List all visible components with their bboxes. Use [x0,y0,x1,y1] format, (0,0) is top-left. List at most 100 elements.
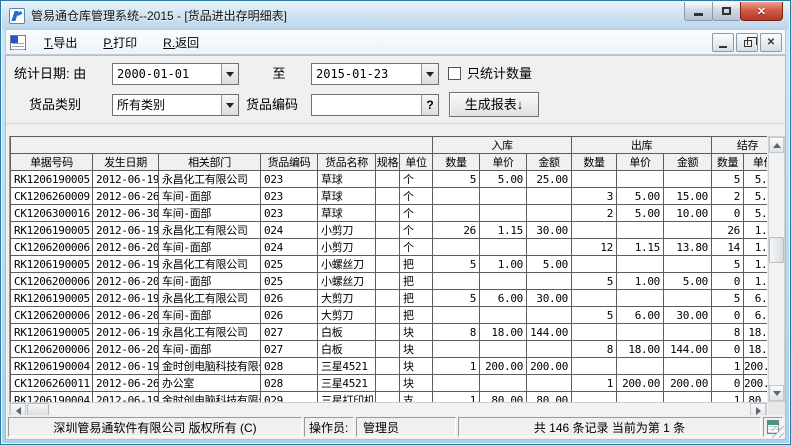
qty-only-label[interactable]: 只统计数量 [467,63,532,85]
table-row[interactable]: RK12061900052012-06-19永昌化工有限公司023草球个55.0… [11,171,768,188]
cell: 2012-06-19 [93,324,159,341]
cell: 1.00 [744,273,767,290]
close-button[interactable]: ✕ [740,2,783,21]
cell: 18.00 [617,341,664,358]
cell: 15.00 [664,188,712,205]
category-combobox[interactable]: 所有类别 [112,94,239,116]
cell: 小剪刀 [318,239,376,256]
table-row[interactable]: CK12062600112012-06-26办公室028三星4521块1200.… [11,375,768,392]
cell: 6.00 [617,307,664,324]
arrow-right-icon [756,407,761,415]
cell [664,256,712,273]
cell [376,307,400,324]
cell: 200.00 [527,358,572,375]
client-area: 统计日期: 由 2000-01-01 至 2015-01-23 只统计数量 货品… [5,55,786,440]
cell: 5 [572,273,617,290]
scroll-down-button[interactable] [769,385,784,401]
date-range-label: 统计日期: 由 [14,63,86,85]
report-window-icon[interactable] [10,35,26,50]
cell: 023 [261,188,318,205]
date-to-combobox[interactable]: 2015-01-23 [311,63,439,85]
cell: 5.00 [744,205,767,222]
cell [433,205,480,222]
app-window: 管易通仓库管理系统--2015 - [货品进出存明细表] ✕ T.导出 P.打印… [0,0,791,445]
cell: 块 [400,375,433,392]
minimize-button[interactable] [684,2,713,21]
category-dropdown-button[interactable] [221,95,238,115]
cell: RK1206190004 [11,358,93,375]
filter-panel: 统计日期: 由 2000-01-01 至 2015-01-23 只统计数量 货品… [6,56,785,124]
cell: 026 [261,290,318,307]
status-bar: 深圳管易通软件有限公司 版权所有 (C) 操作员: 管理员 共 146 条记录 … [6,415,785,439]
cell: 025 [261,273,318,290]
cell: 1.00 [744,256,767,273]
table-row[interactable]: RK12061900052012-06-19永昌化工有限公司024小剪刀个261… [11,222,768,239]
maximize-button[interactable] [712,2,741,21]
scroll-up-button[interactable] [769,137,784,153]
table-row[interactable]: CK12063000162012-06-30车间-面部023草球个25.0010… [11,205,768,222]
menu-return[interactable]: R.返回 [155,31,207,54]
generate-report-button[interactable]: 生成报表↓ [449,92,539,117]
date-from-value: 2000-01-01 [113,64,221,84]
date-from-combobox[interactable]: 2000-01-01 [112,63,239,85]
cell: 大剪刀 [318,307,376,324]
cell [617,222,664,239]
qty-only-checkbox[interactable] [448,67,461,80]
mdi-close-button[interactable]: ✕ [760,33,782,52]
cell: 18.00 [480,324,527,341]
table-row[interactable]: CK12062600092012-06-26车间-面部023草球个35.0015… [11,188,768,205]
table-row[interactable]: CK12062000062012-06-20车间-面部027白板块818.001… [11,341,768,358]
menu-export[interactable]: T.导出 [36,31,85,54]
table-row[interactable]: RK12061900052012-06-19永昌化工有限公司026大剪刀把56.… [11,290,768,307]
cell: 26 [712,222,744,239]
table-row[interactable]: RK12061900042012-06-19金时创电脑科技有限公司028三星45… [11,358,768,375]
titlebar[interactable]: 管易通仓库管理系统--2015 - [货品进出存明细表] ✕ [2,2,789,29]
cell: 025 [261,256,318,273]
cell: 0 [712,307,744,324]
cell [664,324,712,341]
table-row[interactable]: RK12061900042012-06-19金时创电脑科技有限公司029三星打印… [11,392,768,403]
table-row[interactable]: CK12062000062012-06-20车间-面部026大剪刀把56.003… [11,307,768,324]
cell [572,392,617,403]
vertical-scroll-thumb[interactable] [769,237,784,263]
cell: 26 [433,222,480,239]
table-row[interactable]: RK12061900052012-06-19永昌化工有限公司025小螺丝刀把51… [11,256,768,273]
cell: 5 [433,290,480,307]
cell: 1 [572,375,617,392]
code-lookup-button[interactable]: ? [421,95,438,115]
cell: 1.15 [480,222,527,239]
table-row[interactable]: CK12062000062012-06-20车间-面部024小剪刀个121.15… [11,239,768,256]
column-header: 单价 [480,154,527,171]
table-row[interactable]: CK12062000062012-06-20车间-面部025小螺丝刀把51.00… [11,273,768,290]
date-to-dropdown-button[interactable] [421,64,438,84]
cell: 18.00 [744,324,767,341]
resize-grip[interactable] [772,426,784,438]
mdi-minimize-button[interactable] [712,33,734,52]
code-input[interactable]: ? [311,94,439,116]
cell: 1.15 [744,222,767,239]
cell: 0 [712,273,744,290]
cell: 金时创电脑科技有限公司 [159,392,261,403]
date-from-dropdown-button[interactable] [221,64,238,84]
cell: 200.00 [480,358,527,375]
cell: 2 [712,188,744,205]
cell: 0 [712,205,744,222]
category-label: 货品类别 [29,94,81,116]
menu-print[interactable]: P.打印 [95,31,145,54]
cell: CK1206260009 [11,188,93,205]
grid-area: 入库出库结存 单据号码发生日期相关部门货品编码货品名称规格单位数量单价金额数量单… [6,124,785,415]
cell: 1.15 [744,239,767,256]
cell: RK1206190005 [11,222,93,239]
cell: 5 [433,171,480,188]
table-row[interactable]: RK12061900052012-06-19永昌化工有限公司027白板块818.… [11,324,768,341]
vertical-scrollbar[interactable] [768,136,785,402]
cell [480,205,527,222]
cell [376,188,400,205]
cell: 把 [400,307,433,324]
cell: RK1206190005 [11,290,93,307]
cell: 1 [712,392,744,403]
cell: 个 [400,205,433,222]
cell: 6.00 [744,307,767,324]
mdi-restore-button[interactable] [736,33,758,52]
cell: 2012-06-20 [93,341,159,358]
